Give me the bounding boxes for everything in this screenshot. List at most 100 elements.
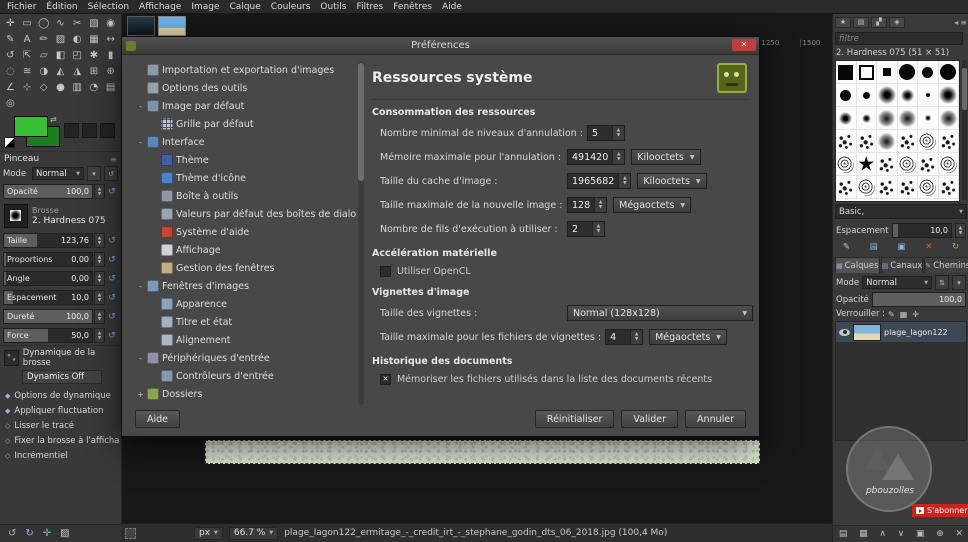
brush-swatch[interactable]	[918, 153, 939, 176]
lock-toggle-icon[interactable]: ✎	[888, 310, 895, 319]
tool-icon[interactable]: ▥	[69, 79, 86, 95]
spin-scale-slider[interactable]: Espacement 10,0	[3, 290, 93, 305]
brush-swatch[interactable]	[836, 107, 857, 130]
menu-item[interactable]: Couleurs	[266, 2, 316, 12]
reset-icon[interactable]	[106, 293, 118, 303]
prefs-tree-item[interactable]: Apparence	[132, 295, 356, 313]
brush-swatch[interactable]	[836, 153, 857, 176]
cancel-button[interactable]: Annuler	[685, 410, 746, 428]
paint-mode-dropdown[interactable]: Normal	[32, 167, 84, 180]
tool-icon[interactable]: ▨	[52, 31, 69, 47]
tree-expander[interactable]: -	[137, 354, 144, 363]
tool-icon[interactable]: ▧	[86, 15, 103, 31]
dock-menu-icon[interactable]: ≡	[960, 18, 967, 27]
spinner-buttons[interactable]	[94, 290, 105, 305]
unit-dropdown[interactable]: Kilooctets	[631, 149, 701, 165]
tool-icon[interactable]: ◔	[86, 79, 103, 95]
prefs-tree-item[interactable]: Affichage	[132, 241, 356, 259]
gradient-preview[interactable]	[100, 123, 115, 138]
tool-icon[interactable]: ⇱	[19, 47, 36, 63]
unit-dropdown[interactable]: Mégaoctets	[649, 329, 727, 345]
tree-expander[interactable]: +	[137, 390, 144, 399]
pattern-preview[interactable]	[82, 123, 97, 138]
layer-opacity-slider[interactable]: 100,0	[871, 292, 966, 307]
tool-icon[interactable]: ⊞	[86, 63, 103, 79]
prefs-tree-item[interactable]: Valeurs par défaut des boîtes de dialogu…	[132, 205, 356, 223]
tile-cache-spinbox[interactable]: 1965682	[567, 173, 632, 189]
prefs-tree-item[interactable]: - Périphériques d'entrée	[132, 349, 356, 367]
brush-swatch[interactable]	[938, 84, 959, 107]
dynamics-value[interactable]: Dynamics Off	[22, 370, 102, 384]
tool-icon[interactable]: ▮	[102, 47, 119, 63]
visibility-eye-icon[interactable]	[839, 328, 850, 336]
brush-swatch[interactable]	[918, 130, 939, 153]
layer-action-icon[interactable]: ⊕	[936, 529, 944, 539]
brush-selector[interactable]: Brosse 2. Hardness 075	[0, 201, 121, 231]
brush-tag-dropdown[interactable]: Basic,	[835, 204, 967, 219]
brush-filter-input[interactable]	[835, 32, 963, 45]
brush-swatch[interactable]	[836, 84, 857, 107]
mode-menu-icon[interactable]: ▾	[952, 275, 966, 290]
prefs-tree-item[interactable]: - Fenêtres d'images	[132, 277, 356, 295]
spinner-buttons[interactable]	[94, 328, 105, 343]
spinner-buttons[interactable]	[612, 150, 625, 164]
reset-icon[interactable]	[106, 187, 118, 197]
brush-swatch[interactable]	[856, 176, 877, 199]
spinner-buttons[interactable]	[955, 223, 966, 238]
menu-item[interactable]: Filtres	[351, 2, 388, 12]
dock-tab-icon[interactable]: ★	[835, 16, 851, 28]
lock-toggle-icon[interactable]: ✛	[912, 310, 919, 319]
brush-swatch[interactable]	[897, 61, 918, 84]
prefs-tree-item[interactable]: Grille par défaut	[132, 115, 356, 133]
layer-action-icon[interactable]: ∨	[898, 529, 905, 539]
brush-swatch[interactable]	[897, 84, 918, 107]
brush-swatch[interactable]	[856, 84, 877, 107]
menu-item[interactable]: Outils	[315, 2, 351, 12]
menu-item[interactable]: Affichage	[134, 2, 186, 12]
spin-scale-slider[interactable]: Dureté 100,0	[3, 309, 93, 324]
brush-swatch[interactable]	[856, 153, 877, 176]
tool-icon[interactable]: ⊕	[102, 63, 119, 79]
image-tab-thumbnail[interactable]	[127, 16, 155, 36]
brush-swatch[interactable]	[938, 153, 959, 176]
tool-icon[interactable]: ◯	[35, 15, 52, 31]
prefs-tree-item[interactable]: Système d'aide	[132, 223, 356, 241]
tool-icon[interactable]: ∿	[52, 15, 69, 31]
layer-mode-dropdown[interactable]: Normal	[862, 276, 932, 289]
undo-memory-spinbox[interactable]: 491420	[567, 149, 626, 165]
spinner-buttons[interactable]	[630, 330, 643, 344]
tool-icon[interactable]: ✱	[86, 47, 103, 63]
tool-icon[interactable]: ↔	[102, 31, 119, 47]
brush-swatch[interactable]	[836, 61, 857, 84]
spinner-buttons[interactable]	[94, 309, 105, 324]
prefs-tree-item[interactable]: Titre et état	[132, 313, 356, 331]
brush-action-icon[interactable]: ✎	[843, 242, 850, 252]
spin-scale-slider[interactable]: Force 50,0	[3, 328, 93, 343]
brush-swatch[interactable]	[918, 84, 939, 107]
tool-icon[interactable]: ▱	[35, 47, 52, 63]
dialog-titlebar[interactable]: Préférences	[122, 37, 759, 55]
menu-item[interactable]: Édition	[41, 2, 82, 12]
brush-swatch[interactable]	[877, 84, 898, 107]
reset-icon[interactable]	[106, 255, 118, 265]
spinner-buttons[interactable]	[94, 233, 105, 248]
brush-swatch[interactable]	[938, 107, 959, 130]
tool-icon[interactable]: ◉	[102, 15, 119, 31]
tool-option-row[interactable]: ◇ Lisser le tracé	[2, 418, 119, 433]
spin-scale-slider[interactable]: Angle 0,00	[3, 271, 93, 286]
brush-swatch[interactable]	[938, 61, 959, 84]
spacing-slider[interactable]: 10,0	[891, 223, 952, 238]
brush-scrollbar[interactable]	[962, 60, 967, 200]
tool-icon[interactable]: ◧	[52, 47, 69, 63]
toolbox-history-icon[interactable]: ▨	[60, 528, 69, 539]
brush-swatch[interactable]	[938, 176, 959, 199]
tree-expander[interactable]: -	[137, 102, 144, 111]
tool-icon[interactable]: ◇	[35, 79, 52, 95]
prefs-tree-item[interactable]: - Image par défaut	[132, 97, 356, 115]
threads-spinbox[interactable]: 2	[567, 221, 605, 237]
prefs-tree-item[interactable]: - Interface	[132, 133, 356, 151]
tool-icon[interactable]: ◰	[69, 47, 86, 63]
menu-icon[interactable]: ≡	[110, 155, 117, 164]
layer-action-icon[interactable]: ∧	[879, 529, 886, 539]
prefs-tree-item[interactable]: Thème	[132, 151, 356, 169]
